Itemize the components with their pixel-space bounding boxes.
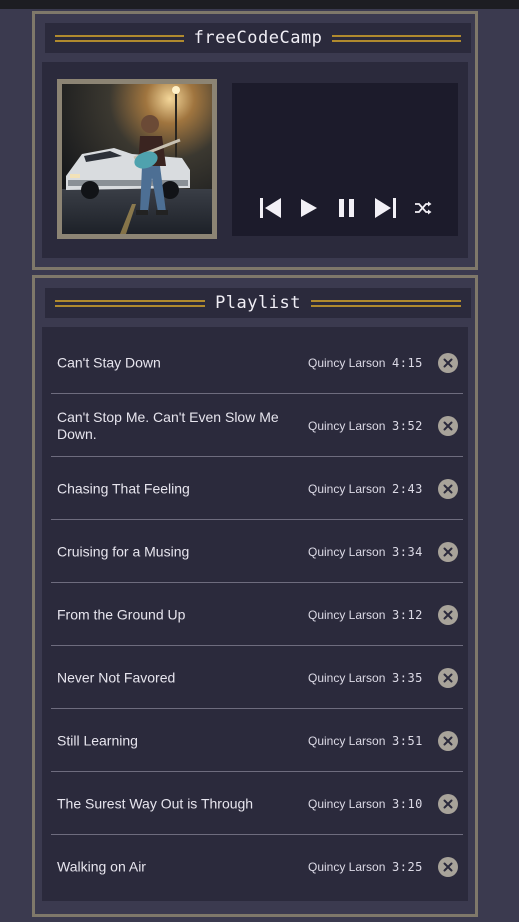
playlist-track-row[interactable]: Never Not Favored Quincy Larson 3:35 [51, 647, 463, 709]
title-decoration-left [55, 299, 206, 307]
track-artist: Quincy Larson [308, 355, 386, 370]
player-title: freeCodeCamp [193, 28, 323, 48]
delete-track-button[interactable] [438, 667, 458, 688]
track-title: Walking on Air [57, 858, 146, 875]
shuffle-button[interactable] [404, 195, 442, 221]
title-decoration-right [332, 34, 462, 42]
track-title: Chasing That Feeling [57, 480, 190, 496]
playlist-track-row[interactable]: Still Learning Quincy Larson 3:51 [51, 710, 463, 772]
player-title-bar: freeCodeCamp [45, 23, 471, 53]
playlist-track-row[interactable]: The Surest Way Out is Through Quincy Lars… [51, 773, 463, 835]
delete-track-button[interactable] [438, 793, 458, 814]
track-title: Can't Stay Down [57, 354, 161, 370]
track-duration: 3:12 [392, 607, 423, 622]
delete-track-button[interactable] [438, 604, 458, 625]
playlist-track-row[interactable]: Can't Stop Me. Can't Even Slow Me Down. Q… [51, 395, 463, 457]
play-button[interactable] [290, 195, 328, 221]
skip-forward-icon [375, 198, 396, 218]
close-icon [443, 799, 453, 808]
next-button[interactable] [366, 195, 404, 221]
track-duration: 3:25 [392, 860, 423, 874]
track-duration: 3:52 [392, 418, 423, 433]
shuffle-icon [415, 201, 432, 215]
track-artist: Quincy Larson [308, 481, 386, 496]
close-icon [443, 358, 453, 367]
playlist-panel: Playlist Can't Stay Down Quincy Larson 4:1… [32, 275, 478, 917]
skip-back-icon [260, 198, 281, 218]
browser-top-strip [0, 0, 519, 9]
player-panel: freeCodeCamp [32, 11, 478, 270]
playlist-tracks: Can't Stay Down Quincy Larson 4:15 Can't St… [42, 327, 468, 901]
track-duration: 2:43 [392, 481, 423, 496]
track-duration: 4:15 [392, 355, 423, 370]
track-artist: Quincy Larson [308, 607, 386, 622]
track-title: Never Not Favored [57, 669, 176, 685]
track-duration: 3:34 [392, 544, 423, 559]
player-controls-box [232, 83, 458, 236]
playlist-track-row[interactable]: Chasing That Feeling Quincy Larson 2:43 [51, 458, 463, 520]
playlist-track-row[interactable]: Cruising for a Musing Quincy Larson 3:34 [51, 521, 463, 583]
pause-icon [339, 199, 354, 217]
track-artist: Quincy Larson [308, 544, 386, 559]
album-art-frame [57, 79, 217, 239]
track-title: Cruising for a Musing [57, 543, 190, 559]
track-artist: Quincy Larson [308, 418, 386, 433]
track-duration: 3:51 [392, 733, 423, 748]
playlist-track-row[interactable]: Walking on Air Quincy Larson 3:25 [51, 836, 463, 898]
title-decoration-left [55, 34, 184, 42]
delete-track-button[interactable] [438, 478, 458, 499]
close-icon [443, 673, 453, 682]
track-artist: Quincy Larson [308, 670, 386, 685]
close-icon [443, 421, 453, 430]
track-title: From the Ground Up [57, 606, 186, 622]
playlist-title-bar: Playlist [45, 288, 471, 318]
track-artist: Quincy Larson [308, 796, 386, 811]
track-title: Still Learning [57, 732, 138, 748]
delete-track-button[interactable] [438, 352, 458, 373]
close-icon [443, 547, 453, 556]
track-duration: 3:10 [392, 796, 423, 811]
close-icon [443, 862, 453, 872]
previous-button[interactable] [252, 195, 290, 221]
track-title: The Surest Way Out is Through [57, 795, 254, 811]
player-controls [252, 195, 442, 221]
playlist-track-row[interactable]: From the Ground Up Quincy Larson 3:12 [51, 584, 463, 646]
track-title: Can't Stop Me. Can't Even Slow Me Down. [57, 408, 279, 442]
close-icon [443, 484, 453, 493]
delete-track-button[interactable] [438, 857, 458, 877]
pause-button[interactable] [328, 195, 366, 221]
album-art [62, 84, 212, 234]
play-icon [301, 199, 317, 217]
close-icon [443, 736, 453, 745]
close-icon [443, 610, 453, 619]
track-artist: Quincy Larson [308, 860, 386, 874]
playlist-title: Playlist [215, 293, 301, 313]
track-duration: 3:35 [392, 670, 423, 685]
player-body [42, 62, 468, 258]
track-artist: Quincy Larson [308, 733, 386, 748]
playlist-track-row[interactable]: Can't Stay Down Quincy Larson 4:15 [51, 332, 463, 394]
delete-track-button[interactable] [438, 541, 458, 562]
title-decoration-right [310, 299, 462, 307]
delete-track-button[interactable] [438, 730, 458, 751]
delete-track-button[interactable] [438, 415, 458, 436]
